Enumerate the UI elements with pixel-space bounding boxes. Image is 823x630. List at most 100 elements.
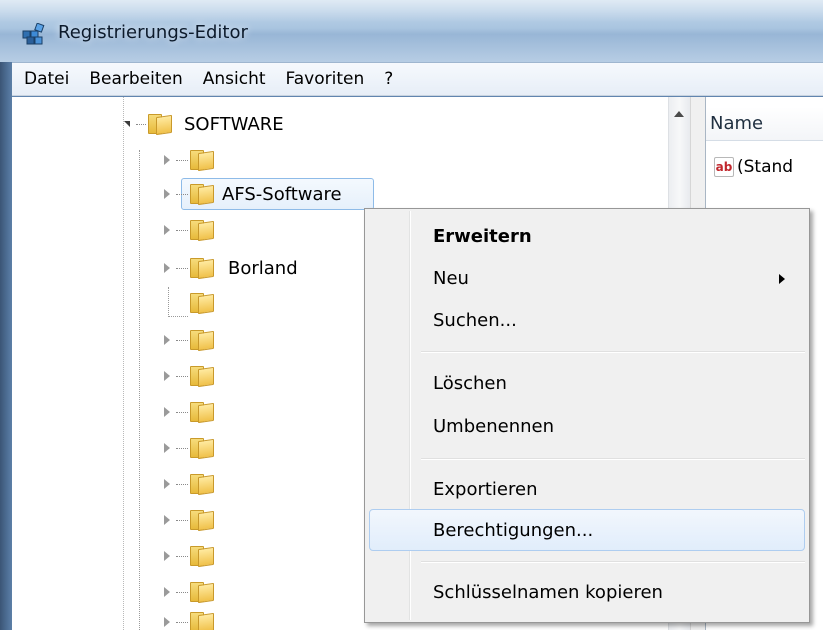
tree-item[interactable] — [190, 287, 222, 319]
menu-separator — [421, 561, 805, 563]
folder-icon — [190, 582, 214, 604]
collapsed-arrow-icon[interactable] — [160, 615, 174, 629]
menu-item-label: Neu — [433, 267, 469, 289]
tree-item[interactable] — [160, 214, 222, 246]
window-title: Registrierungs-Editor — [58, 22, 248, 43]
menu-item-label: Exportieren — [433, 478, 538, 500]
tree-item[interactable] — [160, 360, 222, 392]
tree-connector — [176, 193, 188, 195]
tree-item[interactable] — [160, 576, 222, 608]
tree-item[interactable] — [160, 396, 222, 428]
collapsed-arrow-icon[interactable] — [160, 477, 174, 491]
tree-item[interactable] — [160, 432, 222, 464]
tree-connector — [176, 339, 188, 341]
menu-item-schluesselnamen-kopieren[interactable]: Schlüsselnamen kopieren — [369, 575, 805, 609]
tree-item[interactable] — [160, 144, 222, 176]
folder-icon — [190, 402, 214, 424]
folder-icon — [190, 612, 214, 630]
tree-item[interactable] — [160, 540, 222, 572]
menu-item-neu[interactable]: Neu — [369, 261, 805, 295]
tree-item-label: Borland — [228, 257, 298, 279]
collapsed-arrow-icon[interactable] — [160, 513, 174, 527]
collapsed-arrow-icon[interactable] — [160, 261, 174, 275]
folder-icon — [190, 330, 214, 352]
tree-guide-line — [139, 150, 140, 630]
collapsed-arrow-icon[interactable] — [160, 223, 174, 237]
list-item-name: (Stand — [737, 157, 794, 177]
tree-item-software[interactable]: SOFTWARE — [120, 108, 284, 140]
menu-item-label: Umbenennen — [433, 415, 554, 437]
menu-item-erweitern[interactable]: Erweitern — [369, 219, 805, 253]
tree-connector — [136, 123, 146, 125]
folder-icon — [190, 150, 214, 172]
menu-item-label: Erweitern — [433, 225, 532, 247]
registry-editor-icon — [22, 23, 45, 45]
folder-icon — [148, 114, 172, 136]
folder-icon — [190, 510, 214, 532]
tree-connector — [176, 621, 188, 623]
menu-datei[interactable]: Datei — [12, 64, 79, 94]
tree-connector — [168, 287, 188, 317]
folder-icon — [190, 258, 214, 280]
tree-item-afs-software[interactable]: AFS-Software — [160, 178, 342, 210]
tree-connector — [176, 483, 188, 485]
menu-separator — [421, 458, 805, 460]
tree-connector — [176, 411, 188, 413]
tree-connector — [176, 447, 188, 449]
tree-connector — [176, 555, 188, 557]
tree-item[interactable] — [160, 606, 222, 630]
tree-connector — [176, 519, 188, 521]
collapsed-arrow-icon[interactable] — [160, 153, 174, 167]
submenu-arrow-icon — [779, 274, 785, 284]
ab-string-icon: ab — [714, 157, 734, 177]
title-bar[interactable]: Registrierungs-Editor — [0, 0, 823, 62]
tree-item-borland[interactable]: Borland — [160, 252, 298, 284]
menu-item-label: Suchen... — [433, 309, 517, 331]
collapsed-arrow-icon[interactable] — [160, 333, 174, 347]
folder-icon — [190, 474, 214, 496]
menu-ansicht[interactable]: Ansicht — [193, 64, 276, 94]
tree-connector — [176, 591, 188, 593]
collapsed-arrow-icon[interactable] — [160, 441, 174, 455]
collapsed-arrow-icon[interactable] — [160, 369, 174, 383]
tree-connector — [176, 267, 188, 269]
menu-item-berechtigungen[interactable]: Berechtigungen... — [369, 513, 805, 547]
tree-guide-line — [123, 97, 124, 630]
list-header: Name — [706, 107, 823, 141]
tree-item-label: AFS-Software — [222, 183, 342, 205]
folder-icon — [190, 546, 214, 568]
menu-bar: Datei Bearbeiten Ansicht Favoriten ? — [12, 62, 823, 96]
collapsed-arrow-icon[interactable] — [160, 585, 174, 599]
screen: Registrierungs-Editor Datei Bearbeiten A… — [0, 0, 823, 630]
folder-icon — [190, 184, 214, 206]
folder-icon — [190, 366, 214, 388]
folder-icon — [190, 293, 214, 315]
tree-connector — [176, 159, 188, 161]
context-menu: Erweitern Neu Suchen... Löschen Umbenenn… — [364, 208, 810, 623]
tree-item[interactable] — [160, 324, 222, 356]
folder-icon — [190, 438, 214, 460]
collapsed-arrow-icon[interactable] — [160, 187, 174, 201]
expanded-arrow-icon[interactable] — [120, 117, 134, 131]
menu-item-loeschen[interactable]: Löschen — [369, 366, 805, 400]
column-header-name[interactable]: Name — [710, 113, 763, 134]
menu-item-umbenennen[interactable]: Umbenennen — [369, 409, 805, 443]
menu-item-suchen[interactable]: Suchen... — [369, 303, 805, 337]
scroll-up-arrow-icon[interactable] — [674, 111, 684, 117]
tree-connector — [176, 375, 188, 377]
tree-item[interactable] — [160, 504, 222, 536]
tree-connector — [176, 229, 188, 231]
menu-item-label: Schlüsselnamen kopieren — [433, 581, 663, 603]
list-item[interactable]: ab (Stand — [714, 155, 793, 179]
menu-separator — [421, 351, 805, 353]
menu-bearbeiten[interactable]: Bearbeiten — [79, 64, 192, 94]
tree-item-label: SOFTWARE — [184, 113, 284, 135]
menu-item-label: Berechtigungen... — [433, 519, 594, 541]
collapsed-arrow-icon[interactable] — [160, 405, 174, 419]
menu-favoriten[interactable]: Favoriten — [276, 64, 375, 94]
tree-item[interactable] — [160, 468, 222, 500]
menu-item-exportieren[interactable]: Exportieren — [369, 472, 805, 506]
menu-help[interactable]: ? — [374, 64, 403, 94]
collapsed-arrow-icon[interactable] — [160, 549, 174, 563]
folder-icon — [190, 220, 214, 242]
